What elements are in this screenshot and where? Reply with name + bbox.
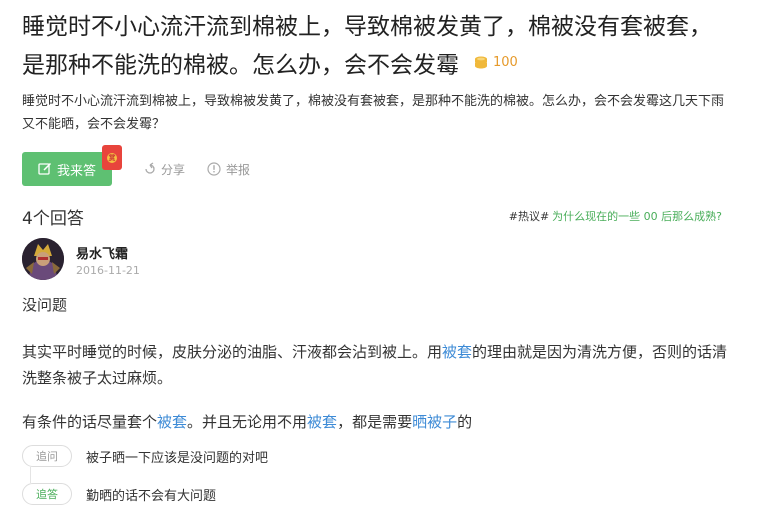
redpack-label: 赏 [107,152,117,163]
question-description: 睡觉时不小心流汗流到棉被上，导致棉被发黄了，棉被没有套被套，是那种不能洗的棉被。… [22,94,725,132]
question-actions: 我来答 赏 分享 举报 [22,145,250,186]
hot-topic-link[interactable]: 为什么现在的一些 00 后那么成熟? [552,210,722,223]
answer-button[interactable]: 我来答 赏 [22,145,122,186]
hot-topic[interactable]: #热议# 为什么现在的一些 00 后那么成熟? [509,208,722,224]
question-title-text: 睡觉时不小心流汗流到棉被上，导致棉被发黄了，棉被没有套被套，是那种不能洗的棉被。… [22,14,712,79]
avatar[interactable] [22,238,64,280]
answer-button-label: 我来答 [56,163,96,179]
share-icon [145,162,155,174]
answer-text: 其实平时睡觉的时候，皮肤分泌的油脂、汗液都会沾到被上。用 [22,343,443,361]
follow-up-tag: 追问 [22,445,72,467]
report-button[interactable]: 举报 [207,161,250,178]
share-button[interactable]: 分享 [142,161,185,178]
follow-up-answer: 追答 勤晒的话不会有大问题 [22,483,216,505]
answer-date: 2016-11-21 [76,264,140,277]
author-name[interactable]: 易水飞霜 [76,243,128,262]
answer-paragraph-3: 有条件的话尽量套个被套。并且无论用不用被套，都是需要晒被子的 [22,411,472,433]
follow-up-answer-tag: 追答 [22,483,72,505]
avatar-image [22,238,64,280]
reward-amount: 100 [493,55,518,70]
edit-icon [38,162,52,175]
answer-paragraph-2: 其实平时睡觉的时候，皮肤分泌的油脂、汗液都会沾到被上。用被套的理由就是因为清洗方… [22,339,738,391]
question-title: 睡觉时不小心流汗流到棉被上，导致棉被发黄了，棉被没有套被套，是那种不能洗的棉被。… [22,10,722,84]
answer-paragraph-1: 没问题 [22,296,68,314]
keyword-link[interactable]: 被套 [307,413,337,431]
warning-icon [207,162,221,176]
reward-badge: 100 [473,45,518,80]
answers-count: 4个回答 [22,209,84,229]
keyword-link[interactable]: 晒被子 [412,413,457,431]
follow-up-text: 被子晒一下应该是没问题的对吧 [86,450,269,466]
follow-up-answer-text: 勤晒的话不会有大问题 [86,488,217,504]
share-label: 分享 [161,162,186,177]
answer-text: 的 [457,413,473,431]
keyword-link[interactable]: 被套 [442,343,472,361]
coin-stack-icon [475,56,487,68]
keyword-link[interactable]: 被套 [157,413,187,431]
answer-text: 。并且无论用不用 [187,413,308,431]
hot-topic-tag: #热议# [508,210,550,223]
answer-text: ，都是需要 [337,413,413,431]
answer-text: 有条件的话尽量套个 [22,413,158,431]
report-label: 举报 [226,162,251,177]
follow-up-question: 追问 被子晒一下应该是没问题的对吧 [22,445,268,467]
thread-divider [30,467,31,483]
redpack-icon[interactable]: 赏 [102,145,122,170]
